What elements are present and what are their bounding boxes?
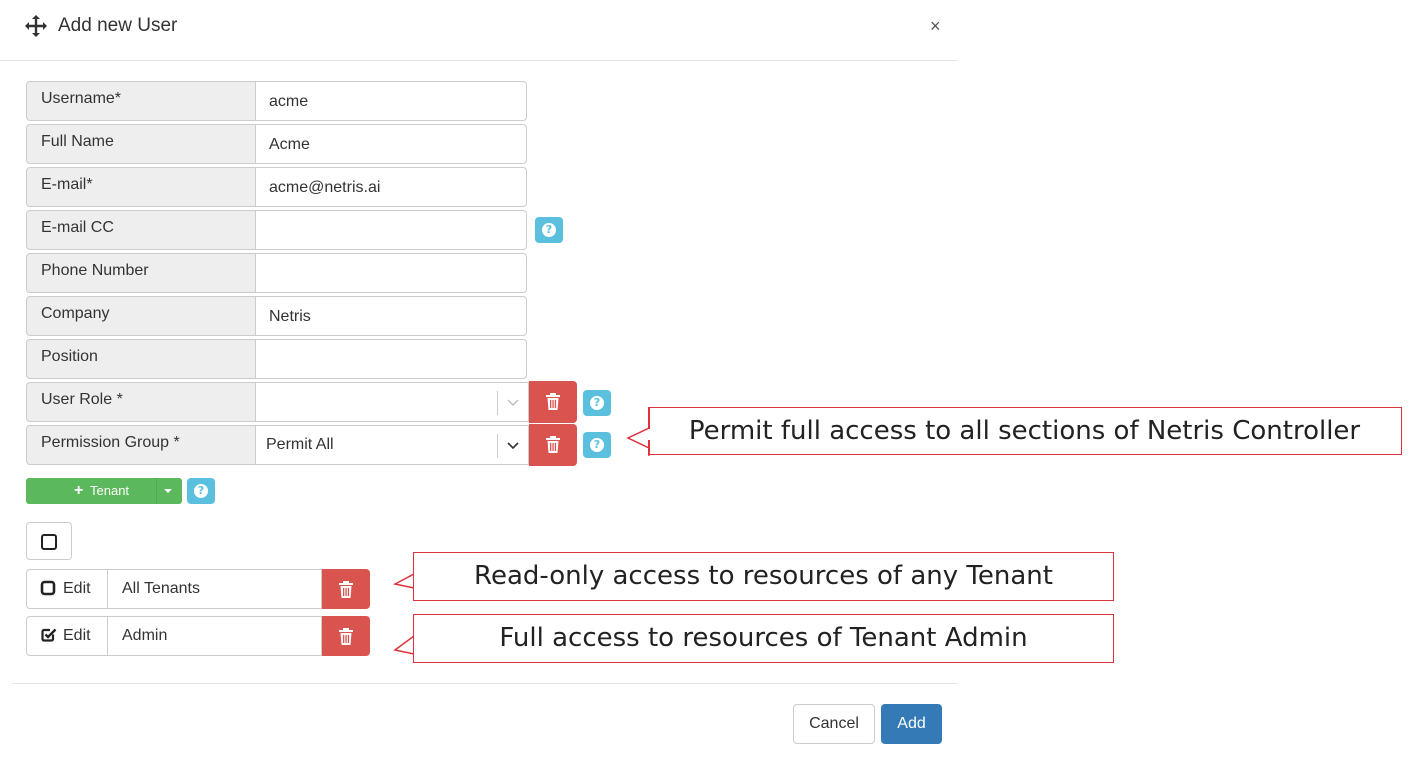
email-row: E-mail* acme@netris.ai — [26, 167, 528, 207]
chevron-down-icon[interactable] — [504, 436, 522, 454]
email-cc-label: E-mail CC — [26, 210, 256, 250]
phone-label: Phone Number — [26, 253, 256, 293]
user-role-label: User Role * — [26, 382, 256, 422]
company-input[interactable]: Netris — [255, 296, 527, 336]
trash-icon — [546, 436, 560, 453]
question-icon: ? — [590, 438, 604, 452]
full-name-label: Full Name — [26, 124, 256, 164]
tenant-help-button[interactable]: ? — [187, 478, 215, 504]
permission-group-row: Permission Group * Permit All — [26, 425, 586, 465]
position-label: Position — [26, 339, 256, 379]
tenant-row: Edit Admin — [26, 616, 370, 656]
permission-group-value: Permit All — [266, 436, 334, 453]
email-cc-row: E-mail CC — [26, 210, 528, 250]
add-tenant-label: Tenant — [90, 483, 130, 498]
dropdown-separator — [156, 478, 157, 504]
email-cc-help-button[interactable]: ? — [535, 217, 563, 243]
caret-down-icon[interactable] — [164, 489, 172, 493]
tenant-delete-button[interactable] — [322, 616, 370, 656]
company-row: Company Netris — [26, 296, 528, 336]
dialog-title: Add new User — [58, 15, 178, 36]
phone-input[interactable] — [255, 253, 527, 293]
select-divider — [497, 434, 498, 458]
callout-edge — [648, 440, 650, 455]
question-icon: ? — [542, 223, 556, 237]
email-label: E-mail* — [26, 167, 256, 207]
plus-icon: + — [74, 482, 84, 499]
user-role-delete-button[interactable] — [529, 381, 577, 423]
full-name-row: Full Name Acme — [26, 124, 528, 164]
checkbox-empty-icon — [41, 534, 57, 550]
dialog-header: Add new User × — [0, 0, 958, 61]
admin-callout-text: Full access to resources of Tenant Admin — [413, 614, 1114, 663]
username-input[interactable]: acme — [255, 81, 527, 121]
username-row: Username* acme — [26, 81, 528, 121]
question-icon: ? — [194, 484, 208, 498]
all-tenants-callout-text: Read-only access to resources of any Ten… — [413, 552, 1114, 601]
tenant-edit-toggle[interactable]: Edit — [26, 569, 107, 609]
callout-edge — [648, 407, 650, 429]
full-name-input[interactable]: Acme — [255, 124, 527, 164]
user-role-row: User Role * — [26, 382, 586, 422]
email-input[interactable]: acme@netris.ai — [255, 167, 527, 207]
select-divider — [497, 391, 498, 415]
cancel-button[interactable]: Cancel — [793, 704, 875, 744]
tenant-row: Edit All Tenants — [26, 569, 370, 609]
tenant-name: Admin — [107, 616, 322, 656]
permission-group-help-button[interactable]: ? — [583, 432, 611, 458]
move-icon[interactable] — [24, 14, 48, 38]
permission-group-select[interactable]: Permit All — [255, 425, 529, 465]
tenant-edit-label: Edit — [63, 580, 91, 597]
permission-group-label: Permission Group * — [26, 425, 256, 465]
tenant-edit-label: Edit — [63, 627, 91, 644]
user-role-help-button[interactable]: ? — [583, 390, 611, 416]
permission-callout-text: Permit full access to all sections of Ne… — [648, 407, 1402, 455]
callout-pointer — [626, 422, 650, 456]
select-all-checkbox[interactable] — [26, 522, 72, 560]
phone-row: Phone Number — [26, 253, 528, 293]
user-role-select[interactable] — [255, 382, 529, 422]
company-label: Company — [26, 296, 256, 336]
footer-divider — [12, 683, 958, 684]
callout-pointer — [393, 566, 415, 594]
permission-group-delete-button[interactable] — [529, 424, 577, 466]
add-button[interactable]: Add — [881, 704, 942, 744]
email-cc-input[interactable] — [255, 210, 527, 250]
trash-icon — [339, 581, 353, 598]
question-icon: ? — [590, 396, 604, 410]
trash-icon — [339, 628, 353, 645]
chevron-down-icon[interactable] — [504, 393, 522, 411]
tenant-name: All Tenants — [107, 569, 322, 609]
position-row: Position — [26, 339, 528, 379]
trash-icon — [546, 393, 560, 410]
add-tenant-button[interactable]: + Tenant — [26, 478, 182, 504]
position-input[interactable] — [255, 339, 527, 379]
username-label: Username* — [26, 81, 256, 121]
close-icon[interactable]: × — [930, 14, 941, 38]
tenant-delete-button[interactable] — [322, 569, 370, 609]
tenant-edit-toggle[interactable]: Edit — [26, 616, 107, 656]
callout-pointer — [393, 630, 415, 660]
